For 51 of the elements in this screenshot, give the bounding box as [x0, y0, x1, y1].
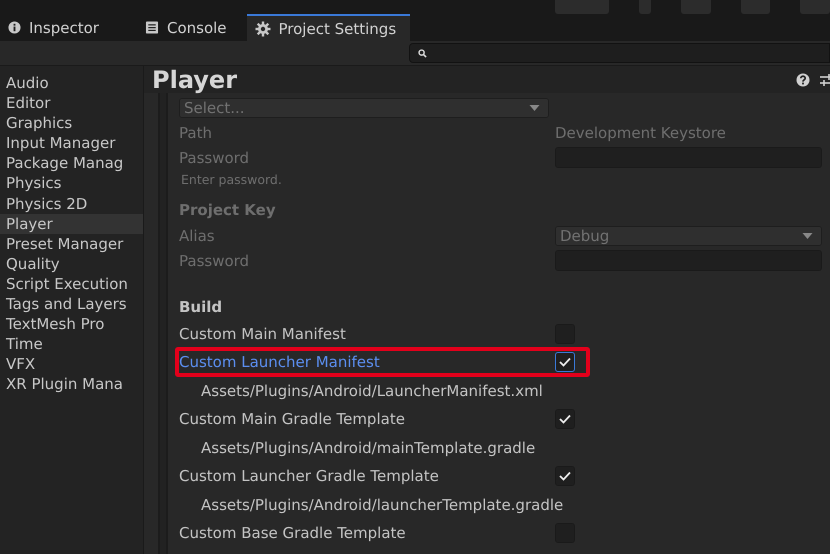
file-path: Assets/Plugins/Android/LauncherManifest.xml [200, 382, 543, 400]
sidebar-item[interactable]: VFX [0, 354, 143, 374]
caret-icon [802, 232, 813, 238]
option-label: Custom Main Gradle Template [179, 410, 406, 428]
checkmark-icon [559, 357, 571, 367]
settings-icon [254, 20, 271, 36]
tab[interactable]: Inspector [0, 14, 109, 41]
option-label: Custom Launcher Manifest [179, 353, 381, 371]
console-icon [144, 21, 159, 34]
search-icon [418, 48, 427, 58]
checkbox[interactable] [555, 409, 575, 429]
sidebar-item[interactable]: Physics 2D [0, 194, 143, 214]
checkbox[interactable] [555, 466, 575, 486]
sidebar-item[interactable]: Package Manag [0, 153, 143, 174]
tab[interactable]: Project Settings [246, 14, 410, 41]
help-icon[interactable] [796, 72, 810, 86]
sidebar-item[interactable]: Editor [0, 93, 143, 114]
panel-title: Player [152, 66, 238, 94]
sidebar-item[interactable]: Graphics [0, 113, 143, 134]
sliders-icon[interactable] [820, 72, 830, 86]
sidebar-item[interactable]: XR Plugin Mana [0, 374, 143, 394]
field-value: Development Keystore [555, 124, 726, 142]
sidebar-item[interactable]: Physics [0, 173, 143, 194]
sidebar-item[interactable]: Input Manager [0, 133, 143, 154]
checkmark-icon [559, 414, 571, 424]
sidebar-item[interactable]: Time [0, 334, 143, 354]
section-heading: Build [179, 298, 222, 316]
sidebar-item[interactable]: Tags and Layers [0, 294, 143, 314]
sidebar-item[interactable]: TextMesh Pro [0, 314, 143, 334]
sidebar-item[interactable]: Quality [0, 254, 143, 274]
sidebar-item[interactable]: Script Execution [0, 274, 143, 294]
sidebar-item[interactable]: Audio [0, 73, 143, 94]
search-field[interactable] [409, 43, 830, 63]
file-path: Assets/Plugins/Android/launcherTemplate.gradle [200, 496, 564, 514]
caret-icon [529, 104, 540, 110]
sidebar-item[interactable]: Player [0, 214, 143, 234]
hint-text: Enter password. [180, 172, 282, 186]
file-path: Assets/Plugins/Android/mainTemplate.gradle [200, 438, 536, 456]
section-heading: Project Key [179, 200, 276, 218]
option-label: Custom Base Gradle Template [179, 524, 407, 542]
info-icon [8, 21, 21, 34]
option-label: Custom Main Manifest [179, 325, 347, 343]
field-label: Path [179, 124, 213, 142]
field-label: Password [179, 148, 250, 166]
checkbox[interactable] [555, 352, 575, 372]
field-label: Password [179, 252, 250, 270]
option-label: Custom Launcher Gradle Template [179, 467, 440, 485]
checkmark-icon [559, 471, 571, 481]
tab[interactable]: Console [108, 14, 247, 41]
sidebar-item[interactable]: Preset Manager [0, 234, 143, 254]
field-label: Alias [179, 226, 216, 244]
